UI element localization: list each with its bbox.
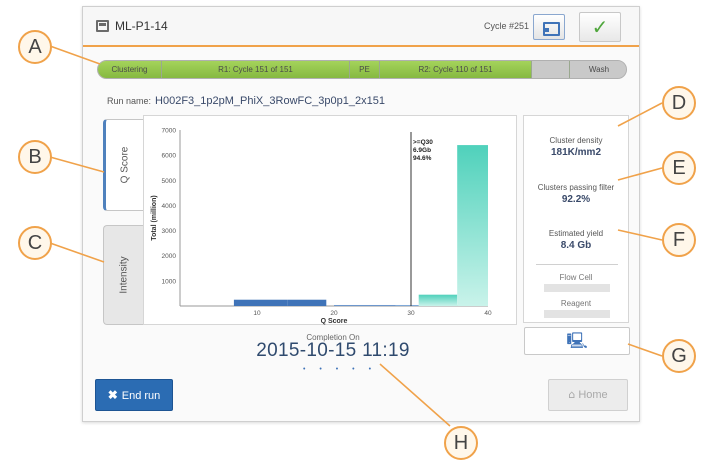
q-score-chart: 1000 2000 3000 4000 5000 6000 7000 10 20 30 40 Q Sc… xyxy=(143,115,517,325)
progress-segment-pe: PE xyxy=(350,61,380,78)
y-tick-label: 4000 xyxy=(162,203,177,210)
metrics-panel: Cluster density 181K/mm2 Clusters passin… xyxy=(523,115,629,323)
home-button[interactable]: ⌂ Home xyxy=(548,379,628,411)
end-run-label: End run xyxy=(121,390,161,402)
run-status-window: ML-P1-14 Cycle #251 ✓ Clustering R1: Cyc… xyxy=(82,6,640,422)
passing-filter-value: 92.2% xyxy=(561,194,591,205)
cycle-counter: Cycle #251 xyxy=(483,21,529,31)
run-name-row: Run name: H002F3_1p2pM_PhiX_3RowFC_3p0p1_… xyxy=(107,95,385,107)
flow-cell-label: Flow Cell xyxy=(559,273,593,282)
x-tick-label: 20 xyxy=(330,310,338,317)
run-name-label: Run name: xyxy=(107,96,152,106)
x-tick-label: 10 xyxy=(253,310,261,317)
header-bar: ML-P1-14 Cycle #251 ✓ xyxy=(83,7,639,47)
q-score-bar-1 xyxy=(233,299,288,306)
q30-threshold-label: >=Q30 xyxy=(413,139,433,146)
q-score-chart-svg: 1000 2000 3000 4000 5000 6000 7000 10 20 30 40 Q Sc… xyxy=(151,128,492,326)
callout-d: D xyxy=(662,86,696,120)
callout-c: C xyxy=(18,226,52,260)
q-score-bar-4 xyxy=(395,304,419,306)
estimated-yield-label: Estimated yield xyxy=(548,229,604,238)
end-run-button[interactable]: ✖ End run xyxy=(95,379,173,411)
progress-segment-wash: Wash xyxy=(570,61,626,78)
progress-segment-clustering: Clustering xyxy=(98,61,162,78)
y-tick-label: 1000 xyxy=(162,278,177,285)
progress-segment-read2: R2: Cycle 110 of 151 xyxy=(380,61,532,78)
flow-cell-bar xyxy=(544,284,610,292)
y-tick-label: 7000 xyxy=(162,128,177,135)
tab-intensity-label: Intensity xyxy=(118,256,129,294)
passing-filter-label: Clusters passing filter xyxy=(537,183,615,192)
y-tick-label: 3000 xyxy=(162,228,177,235)
callout-e: E xyxy=(662,151,696,185)
q30-yield-label: 6.9Gb xyxy=(413,147,431,154)
reagent-bar xyxy=(544,310,610,318)
run-progress-bar: Clustering R1: Cycle 151 of 151 PE R2: C… xyxy=(97,60,627,79)
confirm-button[interactable]: ✓ xyxy=(579,12,621,42)
y-tick-label: 5000 xyxy=(162,178,177,185)
q-score-bar-2 xyxy=(287,299,327,306)
callout-b: B xyxy=(18,140,52,174)
home-icon: ⌂ xyxy=(568,388,576,401)
q-score-bar-5 xyxy=(418,294,458,306)
exit-window-button[interactable] xyxy=(533,14,565,40)
reagent-label: Reagent xyxy=(560,299,592,308)
tab-q-score[interactable]: Q Score xyxy=(103,119,143,211)
tab-intensity[interactable]: Intensity xyxy=(103,225,143,325)
callout-f: F xyxy=(662,223,696,257)
callout-a: A xyxy=(18,30,52,64)
callout-h: H xyxy=(444,426,478,460)
y-axis-label: Total (million) xyxy=(151,195,158,240)
progress-segment-read2-remaining xyxy=(532,61,570,78)
cluster-density-value: 181K/mm2 xyxy=(550,147,602,158)
x-tick-label: 30 xyxy=(407,310,415,317)
remote-monitor-button[interactable]: 🖳 xyxy=(524,327,630,355)
run-name-value: H002F3_1p2pM_PhiX_3RowFC_3p0p1_2x151 xyxy=(155,95,385,107)
instrument-icon xyxy=(96,20,109,32)
page-dots[interactable]: • • • • • xyxy=(303,366,377,373)
x-axis-label: Q Score xyxy=(321,318,348,325)
completion-value: 2015-10-15 11:19 xyxy=(256,340,410,361)
y-tick-label: 6000 xyxy=(162,153,177,160)
progress-segment-read1: R1: Cycle 151 of 151 xyxy=(162,61,350,78)
x-tick-label: 40 xyxy=(484,310,492,317)
q30-percent-label: 94.6% xyxy=(413,155,432,162)
estimated-yield-value: 8.4 Gb xyxy=(560,240,592,251)
monitor-icon: 🖳 xyxy=(566,331,588,350)
tab-q-score-label: Q Score xyxy=(119,146,130,184)
q-score-bar-3 xyxy=(334,304,396,306)
q-score-bar-6 xyxy=(457,145,488,306)
metrics-divider xyxy=(536,264,618,265)
cluster-density-label: Cluster density xyxy=(549,136,603,145)
instrument-title: ML-P1-14 xyxy=(115,19,168,33)
close-icon: ✖ xyxy=(107,388,118,402)
callout-g: G xyxy=(662,339,696,373)
y-tick-label: 2000 xyxy=(162,253,177,260)
home-label: Home xyxy=(578,389,608,401)
